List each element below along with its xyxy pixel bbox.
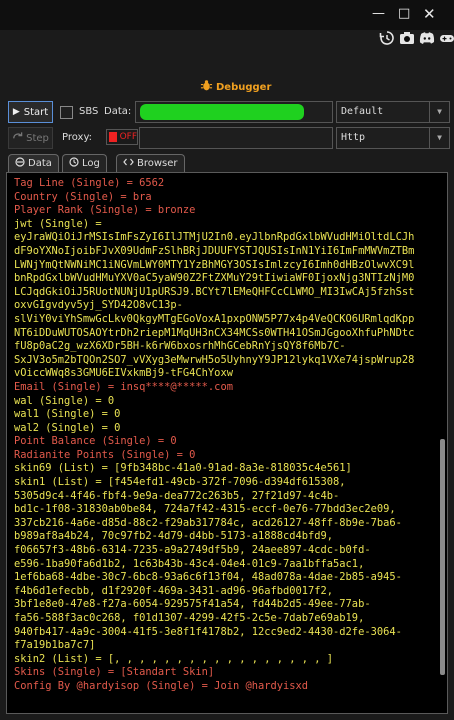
log-line: fa56-588f3ac0c268, f01d1307-4299-42f5-2c…	[14, 612, 365, 624]
chevron-down-icon: ▼	[429, 128, 449, 148]
log-line: Email (Single) = insq****@*****.com	[14, 380, 233, 393]
start-button[interactable]: ▶ Start	[8, 101, 53, 123]
log-tab-icon	[69, 157, 79, 170]
minimize-button[interactable]: —	[372, 6, 385, 22]
log-line: bd1c-1f08-31830ab0be84, 724a7f42-4315-ec…	[14, 503, 396, 516]
log-line: b989af8a4b24, 70c97fb2-4d79-d4bb-5173-a1…	[14, 530, 334, 543]
log-line: wal2 (Single) = 0	[14, 421, 121, 434]
log-line: 940fb417-4a9c-3004-41f5-3e8f1f4178b2, 12…	[14, 625, 402, 638]
discord-icon[interactable]	[418, 30, 436, 46]
tab-data[interactable]: Data	[8, 154, 59, 172]
log-line: 1ef6ba68-4dbe-30c7-6bc8-93a6c6f13f04, 48…	[14, 571, 402, 584]
log-line: NT6iDDuWUTOSAOYtrDh2riepM1MqUH3nCX34MCSs…	[14, 326, 415, 339]
log-line: Point Balance (Single) = 0	[14, 435, 177, 448]
log-line: Config By @hardyisop (Single) = Join @ha…	[14, 679, 309, 692]
title-bar: — □ ✕	[0, 0, 454, 30]
log-line: Player Rank (Single) = bronze	[14, 204, 196, 217]
data-label: Data:	[104, 106, 132, 117]
log-line: f06657f3-48b6-6314-7235-a9a2749df5b9, 24…	[14, 544, 371, 557]
log-line: Radianite Points (Single) = 0	[14, 448, 196, 461]
log-line: 3bf1e8e0-47e8-f27a-6054-929575f41a54, fd…	[14, 598, 371, 611]
log-line: f4b6d1efecbb, d1f2920f-469a-3431-ad96-96…	[14, 584, 334, 597]
toolbar-icons	[378, 30, 454, 48]
output-console[interactable]: Tag Line (Single) = 6562 Country (Single)…	[6, 172, 448, 714]
play-icon: ▶	[12, 107, 20, 117]
log-line: Skins (Single) = [Standart Skin]	[14, 666, 215, 679]
log-line: e596-1ba90fa6d1b2, 1c63b43b-43c4-04e4-01…	[14, 557, 365, 570]
camera-icon[interactable]	[398, 30, 416, 46]
log-line: skin1 (List) = [f454efd1-49cb-372f-7096-…	[14, 476, 346, 489]
proxy-label: Proxy:	[62, 132, 93, 143]
step-icon	[12, 131, 23, 145]
data-tab-icon	[15, 157, 25, 170]
tab-browser-label: Browser	[137, 158, 178, 169]
proxy-toggle[interactable]: OFF	[106, 129, 138, 145]
chevron-down-icon: ▼	[429, 102, 449, 122]
log-line: Tag Line (Single) = 6562	[14, 177, 165, 189]
sbs-checkbox[interactable]	[60, 106, 73, 119]
log-line: SxJV3o5m2bTQOn2SO7_vVXyg3eMwrwH5o5UyhnyY…	[14, 353, 415, 366]
mode-select[interactable]: Default ▼	[336, 101, 450, 123]
sbs-label: SBS	[79, 106, 99, 117]
step-label: Step	[26, 132, 49, 144]
debugger-header: Debugger	[200, 79, 271, 95]
tab-log[interactable]: Log	[62, 154, 107, 172]
tab-log-label: Log	[82, 158, 100, 169]
maximize-button[interactable]: □	[398, 6, 410, 22]
redacted-data	[140, 104, 304, 120]
log-line: bnRpdGxlbWVudHMuYXV0aC5yaW90Z2FtZXMuY29t…	[14, 272, 415, 285]
log-line: wal (Single) = 0	[14, 394, 115, 407]
log-lines: Tag Line (Single) = 6562 Country (Single)…	[14, 177, 439, 694]
proxy-toggle-label: OFF	[119, 132, 137, 142]
log-line: skin69 (List) = [9fb348bc-41a0-91ad-8a3e…	[14, 462, 352, 475]
bug-icon	[200, 79, 213, 95]
log-line: fU8p0aC2g_wzX6XDr5BH-k6rW6bxosrhMhGCebRn…	[14, 340, 346, 353]
proxy-input[interactable]	[139, 127, 333, 149]
log-line: slViY0viYhSmwGcLkv0QkgyMTgEGoVoxA1pxpONW…	[14, 312, 415, 325]
mode-select-value: Default	[341, 106, 384, 117]
log-line: 337cb216-4a6e-d85d-88c2-f29ab317784c, ac…	[14, 516, 402, 529]
log-line: vOiccWWq8s3GMU6EIVxkmBj9-tFG4ChYoxw	[14, 367, 233, 380]
log-line: 5305d9c4-4f46-fbf4-9e9a-dea772c263b5, 27…	[14, 489, 340, 502]
proxy-toggle-indicator	[109, 132, 117, 142]
step-button[interactable]: Step	[8, 127, 53, 149]
console-scrollbar[interactable]	[440, 439, 445, 675]
log-line: eyJraWQiOiJrMSIsImFsZyI6IlJTMjU2In0.eyJl…	[14, 231, 415, 244]
history-icon[interactable]	[378, 30, 396, 46]
log-line: Country (Single) = bra	[14, 190, 152, 203]
log-line: wal1 (Single) = 0	[14, 408, 121, 421]
game-icon[interactable]	[438, 30, 454, 46]
tab-data-label: Data	[28, 158, 52, 169]
debugger-title: Debugger	[216, 81, 272, 93]
tab-browser[interactable]: Browser	[116, 154, 185, 172]
log-line: oxvGIgvdyv5yj_SYD42O8vC13p-	[14, 299, 183, 312]
browser-tab-icon	[123, 157, 134, 170]
log-line: f7a19b1ba7c7]	[14, 639, 96, 652]
log-line: skin2 (List) = [, , , , , , , , , , , , …	[14, 652, 334, 665]
start-label: Start	[23, 106, 49, 118]
log-line: LWNjYmQtNWNiMC1iNGVmLWY0MTY1YzBhMGY3OSIs…	[14, 258, 415, 271]
close-button[interactable]: ✕	[423, 6, 436, 22]
protocol-select[interactable]: Http ▼	[336, 127, 450, 149]
log-line: LCJqdGkiOiJ5RUotNUNjU1pURSJ9.BCYt7lEMeQH…	[14, 285, 415, 298]
log-line: dF9oYXNoIjoibFJvX09UdmFzSlhBRjJDUUFYSTJQ…	[14, 244, 415, 257]
protocol-select-value: Http	[341, 132, 366, 143]
log-line: jwt (Single) =	[14, 217, 102, 230]
